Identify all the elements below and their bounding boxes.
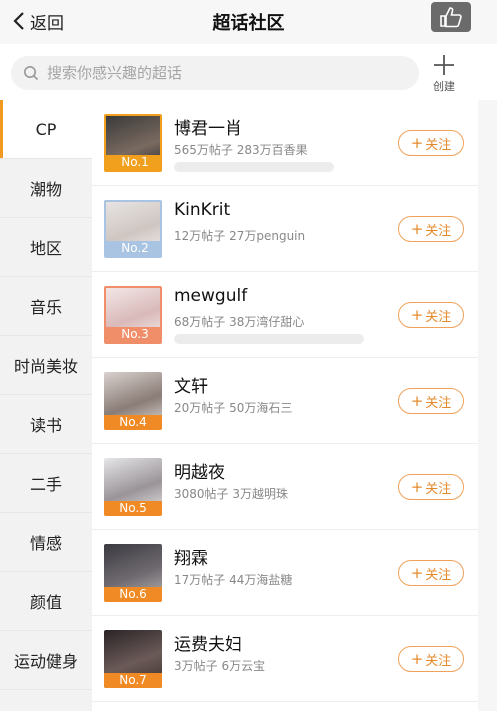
sidebar-item-trends[interactable]: 潮物: [0, 159, 92, 218]
topic-cover: No.1: [104, 114, 162, 172]
right-gutter: [478, 100, 497, 711]
create-button[interactable]: 创建: [429, 54, 459, 94]
plus-icon: +: [410, 133, 424, 152]
topic-name: 明越夜: [174, 463, 225, 483]
thumbs-up-icon: [440, 7, 462, 28]
rank-badge: No.5: [104, 501, 162, 516]
topic-stats: 20万帖子 50万海石三: [174, 401, 293, 415]
rank-badge: No.6: [104, 587, 162, 602]
topic-cover: No.6: [104, 544, 162, 602]
follow-label: 关注: [425, 137, 452, 153]
follow-button[interactable]: + 关注: [398, 216, 464, 242]
topic-stats: 3080帖子 3万越明珠: [174, 487, 288, 501]
topic-name: 博君一肖: [174, 119, 242, 139]
list-item[interactable]: No.2 KinKrit 12万帖子 27万penguin + 关注: [92, 186, 478, 272]
follow-button[interactable]: + 关注: [398, 646, 464, 672]
sidebar-item-looks[interactable]: 颜值: [0, 572, 92, 631]
topic-name: 文轩: [174, 377, 208, 397]
follow-label: 关注: [425, 309, 452, 325]
sidebar-item-label: 情感: [29, 534, 62, 553]
follow-button[interactable]: + 关注: [398, 130, 464, 156]
sidebar-item-label: 音乐: [29, 298, 62, 317]
plus-icon: +: [410, 477, 424, 496]
plus-icon: +: [410, 649, 424, 668]
sidebar-item-label: 读书: [29, 416, 62, 435]
plus-icon: +: [410, 305, 424, 324]
create-label: 创建: [433, 80, 455, 93]
topic-name: 运费夫妇: [174, 635, 242, 655]
plus-icon: +: [410, 391, 424, 410]
rank-badge: No.1: [106, 155, 160, 170]
follow-label: 关注: [425, 223, 452, 239]
top-bar: 返回 超话社区: [0, 0, 497, 44]
sidebar-item-label: 潮物: [29, 180, 62, 199]
topic-list: No.1 博君一肖 565万帖子 283万百香果 + 关注 No.2 KinKri…: [92, 100, 478, 711]
follow-button[interactable]: + 关注: [398, 302, 464, 328]
search-icon: [24, 66, 39, 81]
sidebar-item-label: 时尚美妆: [13, 357, 78, 376]
follow-button[interactable]: + 关注: [398, 560, 464, 586]
plus-icon: [434, 55, 454, 75]
follow-label: 关注: [425, 481, 452, 497]
search-input[interactable]: [47, 64, 377, 82]
blurred-text: [174, 162, 334, 172]
like-button[interactable]: [431, 2, 471, 32]
list-item[interactable]: No.3 mewgulf 68万帖子 38万湾仔甜心 + 关注: [92, 272, 478, 358]
topic-stats: 68万帖子 38万湾仔甜心: [174, 315, 305, 329]
sidebar-item-label: 二手: [29, 475, 62, 494]
page-title: 超话社区: [212, 13, 285, 34]
sidebar-item-emotion[interactable]: 情感: [0, 513, 92, 572]
rank-badge: No.7: [104, 673, 162, 688]
list-item[interactable]: No.1 博君一肖 565万帖子 283万百香果 + 关注: [92, 100, 478, 186]
follow-button[interactable]: + 关注: [398, 388, 464, 414]
search-box[interactable]: [11, 56, 419, 90]
topic-cover: No.5: [104, 458, 162, 516]
sidebar-item-label: 地区: [29, 239, 62, 258]
follow-label: 关注: [425, 653, 452, 669]
list-item[interactable]: No.7 运费夫妇 3万帖子 6万云宝 + 关注: [92, 616, 478, 702]
topic-name: mewgulf: [174, 286, 248, 306]
sidebar-item-music[interactable]: 音乐: [0, 277, 92, 336]
plus-icon: +: [410, 563, 424, 582]
follow-label: 关注: [425, 395, 452, 411]
topic-stats: 3万帖子 6万云宝: [174, 659, 266, 673]
sidebar-item-fitness[interactable]: 运动健身: [0, 631, 92, 690]
sidebar-item-label: 颜值: [29, 593, 62, 612]
topic-stats: 565万帖子 283万百香果: [174, 143, 308, 157]
topic-cover: No.7: [104, 630, 162, 688]
topic-name: 翔霖: [174, 549, 208, 569]
rank-badge: No.4: [104, 415, 162, 430]
follow-label: 关注: [425, 567, 452, 583]
list-item[interactable]: No.6 翔霖 17万帖子 44万海盐糖 + 关注: [92, 530, 478, 616]
blurred-text: [174, 334, 364, 344]
rank-badge: No.2: [106, 241, 160, 256]
list-item[interactable]: No.5 明越夜 3080帖子 3万越明珠 + 关注: [92, 444, 478, 530]
sidebar-item-second-hand[interactable]: 二手: [0, 454, 92, 513]
plus-icon: +: [410, 219, 424, 238]
topic-name: KinKrit: [174, 200, 231, 220]
category-sidebar: CP 潮物 地区 音乐 时尚美妆 读书 二手 情感 颜值 运动健身: [0, 100, 92, 711]
topic-stats: 17万帖子 44万海盐糖: [174, 573, 293, 587]
topic-stats: 12万帖子 27万penguin: [174, 229, 306, 243]
topic-cover: No.3: [104, 286, 162, 344]
sidebar-item-region[interactable]: 地区: [0, 218, 92, 277]
topic-cover: No.2: [104, 200, 162, 258]
follow-button[interactable]: + 关注: [398, 474, 464, 500]
list-item[interactable]: No.4 文轩 20万帖子 50万海石三 + 关注: [92, 358, 478, 444]
sidebar-item-label: CP: [35, 119, 57, 139]
sidebar-item-label: 运动健身: [13, 652, 78, 671]
rank-badge: No.3: [106, 327, 160, 342]
sidebar-item-cp[interactable]: CP: [0, 100, 92, 159]
sidebar-item-reading[interactable]: 读书: [0, 395, 92, 454]
search-row: 创建: [0, 48, 497, 100]
topic-cover: No.4: [104, 372, 162, 430]
sidebar-item-fashion-beauty[interactable]: 时尚美妆: [0, 336, 92, 395]
